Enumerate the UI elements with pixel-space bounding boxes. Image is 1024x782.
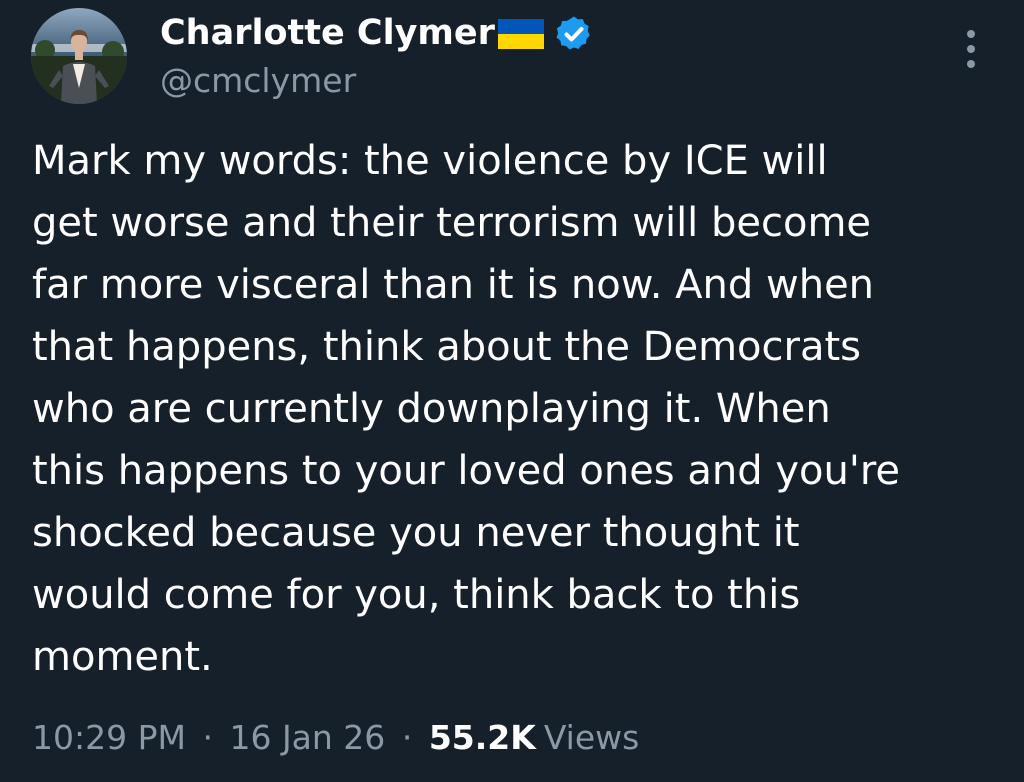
avatar[interactable] [31, 8, 127, 104]
more-vertical-icon-dot [967, 45, 975, 53]
tweet-text-line: this happens to your loved ones and you'… [32, 448, 900, 494]
display-name[interactable]: Charlotte Clymer [160, 12, 495, 54]
more-options-button[interactable] [955, 24, 987, 74]
views-count[interactable]: 55.2K [429, 718, 536, 757]
tweet-card: Charlotte Clymer @cmclymer Mark my words… [0, 0, 1024, 782]
tweet-text-line: who are currently downplaying it. When [32, 386, 831, 432]
meta-separator: · [401, 718, 413, 757]
tweet-text-line: get worse and their terrorism will becom… [32, 200, 872, 246]
more-vertical-icon [967, 30, 975, 38]
tweet-text-line: would come for you, think back to this [32, 572, 801, 618]
tweet-text-line: moment. [32, 634, 213, 680]
tweet-text: Mark my words: the violence by ICE will … [32, 130, 1007, 688]
tweet-text-line: Mark my words: the violence by ICE will [32, 138, 828, 184]
meta-separator: · [202, 718, 213, 757]
tweet-text-line: that happens, think about the Democrats [32, 324, 862, 370]
more-vertical-icon-dot [967, 60, 975, 68]
timestamp-time[interactable]: 10:29 PM [32, 718, 186, 757]
verified-badge-icon [556, 16, 590, 50]
handle[interactable]: @cmclymer [160, 60, 356, 102]
tweet-meta: 10:29 PM · 16 Jan 26 · 55.2K Views [32, 716, 639, 760]
avatar-photo [31, 8, 127, 104]
timestamp-date[interactable]: 16 Jan 26 [229, 718, 385, 757]
ukraine-flag-icon [498, 19, 544, 49]
tweet-text-line: shocked because you never thought it [32, 510, 800, 556]
tweet-text-line: far more visceral than it is now. And wh… [32, 262, 875, 308]
views-label: Views [543, 718, 640, 757]
